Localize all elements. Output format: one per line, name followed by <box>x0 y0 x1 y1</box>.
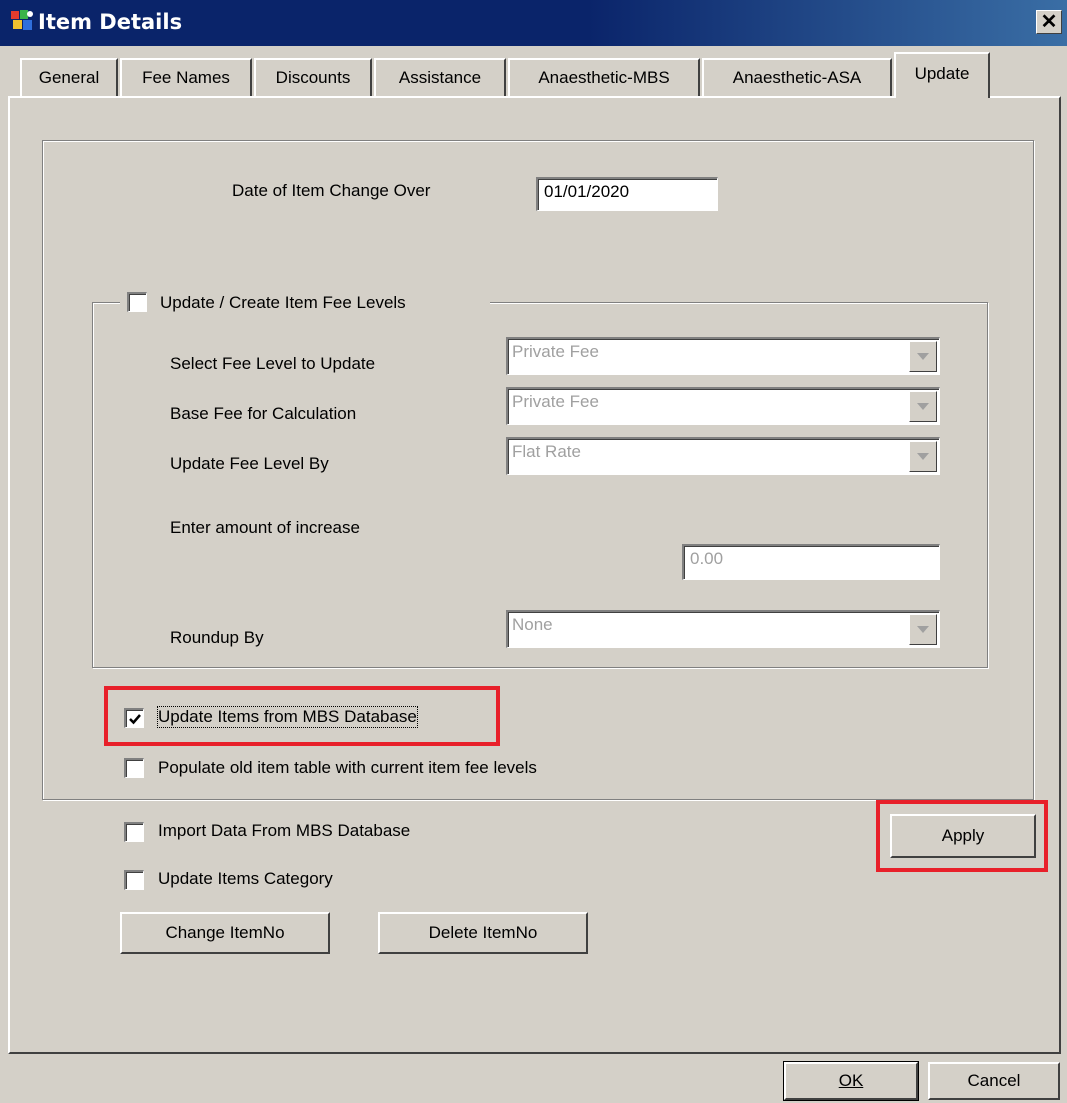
change-over-date-field[interactable]: 01/01/2020 <box>536 177 718 211</box>
tab-assistance[interactable]: Assistance <box>374 58 506 96</box>
app-icon <box>10 9 36 35</box>
ok-button-label: OK <box>838 1071 864 1090</box>
tab-discounts[interactable]: Discounts <box>254 58 372 96</box>
update-by-combo[interactable]: Flat Rate <box>506 437 940 475</box>
import-mbs-checkbox[interactable] <box>124 822 144 842</box>
base-fee-combo[interactable]: Private Fee <box>506 387 940 425</box>
dropdown-arrow-icon[interactable] <box>909 341 937 372</box>
checkmark-icon <box>128 713 141 724</box>
base-fee-label: Base Fee for Calculation <box>170 404 357 423</box>
tab-anaesthetic-asa[interactable]: Anaesthetic-ASA <box>702 58 892 96</box>
apply-button[interactable]: Apply <box>890 814 1036 858</box>
select-fee-level-combo[interactable]: Private Fee <box>506 337 940 375</box>
dropdown-arrow-icon[interactable] <box>909 391 937 422</box>
fee-levels-group-label: Update / Create Item Fee Levels <box>160 293 406 312</box>
roundup-combo[interactable]: None <box>506 610 940 648</box>
change-over-label: Date of Item Change Over <box>232 181 431 200</box>
update-by-label: Update Fee Level By <box>170 454 329 473</box>
delete-itemno-button[interactable]: Delete ItemNo <box>378 912 588 954</box>
ok-button[interactable]: OK <box>783 1061 919 1101</box>
select-fee-level-label: Select Fee Level to Update <box>170 354 376 373</box>
populate-old-label: Populate old item table with current ite… <box>158 758 537 777</box>
tab-update[interactable]: Update <box>894 52 990 98</box>
window-title: Item Details <box>38 10 183 34</box>
update-items-mbs-checkbox[interactable] <box>124 708 144 728</box>
dropdown-arrow-icon[interactable] <box>909 614 937 645</box>
change-itemno-button[interactable]: Change ItemNo <box>120 912 330 954</box>
close-button[interactable]: ✕ <box>1036 10 1062 34</box>
cancel-button[interactable]: Cancel <box>928 1062 1060 1100</box>
dropdown-arrow-icon[interactable] <box>909 441 937 472</box>
increase-label: Enter amount of increase <box>170 518 360 537</box>
update-items-mbs-label: Update Items from MBS Database <box>157 706 418 728</box>
update-category-label: Update Items Category <box>158 869 333 888</box>
tab-fee-names[interactable]: Fee Names <box>120 58 252 96</box>
tab-general[interactable]: General <box>20 58 118 96</box>
increase-amount-field[interactable]: 0.00 <box>682 544 940 580</box>
populate-old-checkbox[interactable] <box>124 758 144 778</box>
import-mbs-label: Import Data From MBS Database <box>158 821 411 840</box>
update-category-checkbox[interactable] <box>124 870 144 890</box>
fee-levels-checkbox[interactable] <box>127 292 147 312</box>
tab-anaesthetic-mbs[interactable]: Anaesthetic-MBS <box>508 58 700 96</box>
close-icon: ✕ <box>1040 11 1058 33</box>
roundup-label: Roundup By <box>170 628 264 647</box>
